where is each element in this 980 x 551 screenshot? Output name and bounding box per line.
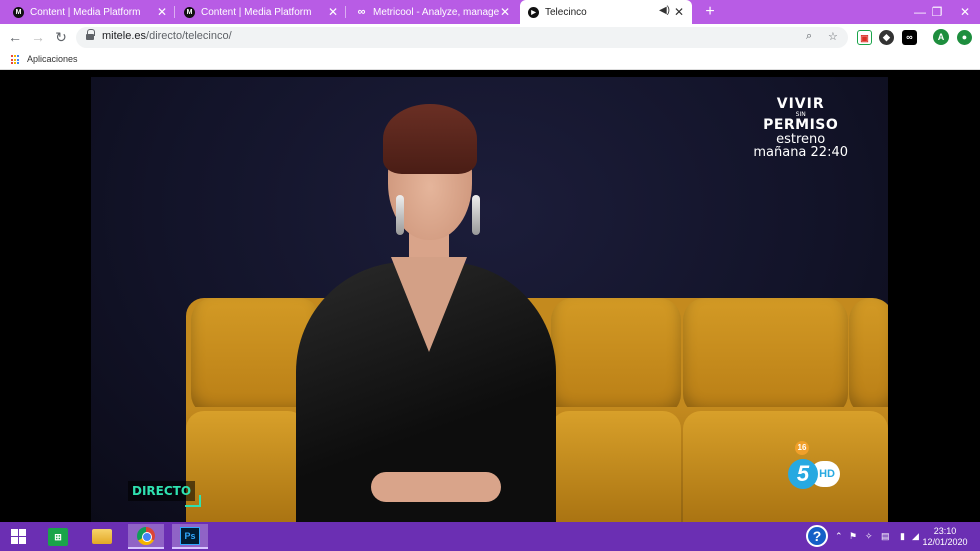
promo-title-line3: PERMISO: [763, 116, 839, 133]
seat-cushion: [186, 411, 306, 522]
extension-shield-icon[interactable]: ◆: [879, 30, 894, 45]
restore-button[interactable]: ❐: [922, 0, 952, 24]
apps-grid-icon[interactable]: [11, 55, 21, 65]
promo-schedule: mañana 22:40: [753, 145, 848, 161]
taskbar-store[interactable]: ⊞: [40, 524, 76, 549]
age-rating-badge: 16: [795, 441, 809, 455]
system-clock[interactable]: 23:10 12/01/2020: [920, 526, 970, 548]
tab-content-media-platform-2[interactable]: M Content | Media Platform ✕: [176, 0, 346, 24]
metricool-favicon-icon: ∞: [357, 6, 366, 18]
speaker-icon[interactable]: ◀): [659, 5, 670, 16]
tray-dropbox-icon[interactable]: ✧: [865, 531, 873, 542]
promo-premiere: estreno: [776, 131, 826, 147]
bookmark-star-icon[interactable]: ☆: [828, 30, 838, 43]
presenter-hands: [371, 472, 501, 502]
tab-telecinco[interactable]: ▶ Telecinco ◀) ✕: [520, 0, 692, 24]
program-promo: VIVIR SIN PERMISO estreno mañana 22:40: [753, 97, 848, 160]
presenter-neckline: [391, 257, 467, 352]
media-platform-favicon-icon: M: [184, 6, 195, 18]
tab-title: Content | Media Platform: [30, 6, 141, 18]
tab-title: Telecinco: [545, 6, 587, 18]
help-icon[interactable]: ?: [806, 525, 828, 547]
telecinco-logo-icon: 5: [788, 459, 818, 489]
new-tab-button[interactable]: +: [700, 2, 720, 22]
sofa-cushion: [551, 298, 681, 416]
tab-metricool[interactable]: ∞ Metricool - Analyze, manage and ✕: [348, 0, 518, 24]
profile-avatar[interactable]: A: [933, 29, 949, 45]
live-label-bracket: [185, 495, 201, 507]
tab-content-media-platform-1[interactable]: M Content | Media Platform ✕: [5, 0, 175, 24]
taskbar-file-explorer[interactable]: [84, 524, 120, 549]
taskbar-chrome[interactable]: [128, 524, 164, 549]
extension-green-icon[interactable]: ●: [957, 30, 972, 45]
photoshop-icon: Ps: [180, 526, 200, 545]
url-domain: mitele.es: [102, 30, 147, 42]
presenter-hair: [383, 104, 477, 174]
start-button[interactable]: [0, 524, 36, 549]
tab-strip: M Content | Media Platform ✕ M Content |…: [0, 0, 980, 24]
address-bar[interactable]: mitele.es/directo/telecinco/ ⌕ ☆: [76, 27, 848, 48]
windows-logo-icon: [10, 529, 26, 544]
seat-cushion: [551, 411, 681, 522]
lock-icon: [86, 29, 95, 42]
extension-glasses-icon[interactable]: ∞: [902, 30, 917, 45]
store-icon: ⊞: [48, 527, 68, 546]
folder-icon: [92, 529, 112, 544]
zoom-icon[interactable]: ⌕: [806, 30, 812, 43]
promo-title-line1: VIVIR: [776, 96, 825, 112]
tab-title: Metricool - Analyze, manage and: [373, 6, 501, 18]
tab-title: Content | Media Platform: [201, 6, 312, 18]
chrome-icon: [137, 526, 155, 545]
clock-time: 23:10: [933, 526, 957, 536]
telecinco-favicon-icon: ▶: [528, 6, 539, 18]
back-button[interactable]: ←: [6, 28, 24, 46]
tray-flag-icon[interactable]: ⚑: [849, 531, 857, 542]
url-path: /directo/telecinco/: [146, 30, 232, 42]
seat-cushion: [683, 411, 888, 522]
taskbar-photoshop[interactable]: Ps: [172, 524, 208, 549]
earring: [396, 195, 404, 235]
close-tab-icon[interactable]: ✕: [328, 5, 338, 19]
tab-separator: [345, 6, 346, 18]
extension-calendar-icon[interactable]: ▣: [857, 30, 872, 45]
browser-toolbar: ← → ↻ mitele.es/directo/telecinco/ ⌕ ☆ ▣…: [0, 24, 980, 51]
close-tab-icon[interactable]: ✕: [674, 5, 684, 19]
sofa-cushion: [849, 298, 888, 416]
earring: [472, 195, 480, 235]
clock-date: 12/01/2020: [922, 537, 968, 547]
tab-separator: [174, 6, 175, 18]
tray-signal-icon[interactable]: ◢: [912, 531, 919, 542]
apps-bookmark[interactable]: Aplicaciones: [27, 54, 78, 64]
close-tab-icon[interactable]: ✕: [500, 5, 510, 19]
close-tab-icon[interactable]: ✕: [157, 5, 167, 19]
video-player-area[interactable]: VIVIR SIN PERMISO estreno mañana 22:40 1…: [0, 71, 980, 522]
url-text[interactable]: mitele.es/directo/telecinco/: [102, 30, 232, 42]
tray-chevron-icon[interactable]: ⌃: [835, 531, 843, 542]
tray-usb-icon[interactable]: ▤: [881, 531, 890, 542]
close-window-button[interactable]: ✕: [950, 0, 980, 24]
bookmarks-bar: Aplicaciones: [0, 51, 980, 70]
reload-button[interactable]: ↻: [52, 28, 70, 46]
live-video-frame[interactable]: VIVIR SIN PERMISO estreno mañana 22:40 1…: [91, 77, 888, 522]
media-platform-favicon-icon: M: [13, 6, 24, 18]
forward-button[interactable]: →: [29, 28, 47, 46]
tray-network-icon[interactable]: ▮: [900, 531, 905, 542]
windows-taskbar: ⊞ Ps ? ⌃ ⚑ ✧ ▤ ▮ ◢ 23:10 12/01/2020: [0, 522, 980, 551]
sofa-cushion: [683, 298, 848, 416]
